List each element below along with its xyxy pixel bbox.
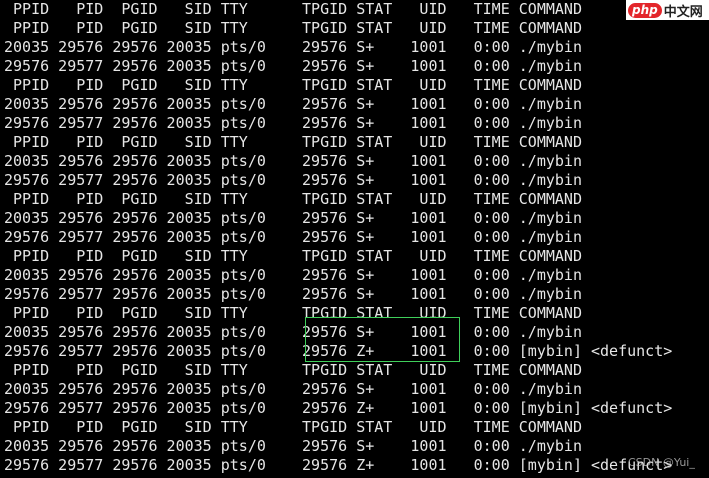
ps-header-line: PPID PID PGID SID TTY TPGID STAT UID TIM…: [4, 76, 582, 94]
ps-header-line: PPID PID PGID SID TTY TPGID STAT UID TIM…: [4, 19, 582, 37]
logo-cn: 中文网: [663, 4, 703, 20]
ps-header-line: PPID PID PGID SID TTY TPGID STAT UID TIM…: [4, 0, 582, 18]
ps-process-line: 29576 29577 29576 20035 pts/0 29576 S+ 1…: [4, 285, 582, 303]
ps-process-line: 20035 29576 29576 20035 pts/0 29576 S+ 1…: [4, 209, 582, 227]
ps-process-line: 20035 29576 29576 20035 pts/0 29576 S+ 1…: [4, 95, 582, 113]
ps-process-line: 29576 29577 29576 20035 pts/0 29576 S+ 1…: [4, 57, 582, 75]
terminal-output: PPID PID PGID SID TTY TPGID STAT UID TIM…: [4, 0, 672, 475]
ps-process-line: 20035 29576 29576 20035 pts/0 29576 S+ 1…: [4, 152, 582, 170]
ps-process-line: 20035 29576 29576 20035 pts/0 29576 S+ 1…: [4, 380, 582, 398]
ps-process-line: 29576 29577 29576 20035 pts/0 29576 S+ 1…: [4, 228, 582, 246]
watermark: CSDN @Yui_: [628, 456, 695, 469]
ps-process-line: 29576 29577 29576 20035 pts/0 29576 Z+ 1…: [4, 456, 673, 474]
ps-header-line: PPID PID PGID SID TTY TPGID STAT UID TIM…: [4, 418, 582, 436]
ps-header-line: PPID PID PGID SID TTY TPGID STAT UID TIM…: [4, 361, 582, 379]
highlight-box: [305, 317, 460, 362]
ps-process-line: 20035 29576 29576 20035 pts/0 29576 S+ 1…: [4, 437, 582, 455]
ps-process-line: 20035 29576 29576 20035 pts/0 29576 S+ 1…: [4, 38, 582, 56]
ps-header-line: PPID PID PGID SID TTY TPGID STAT UID TIM…: [4, 190, 582, 208]
ps-header-line: PPID PID PGID SID TTY TPGID STAT UID TIM…: [4, 133, 582, 151]
ps-header-line: PPID PID PGID SID TTY TPGID STAT UID TIM…: [4, 247, 582, 265]
ps-process-line: 29576 29577 29576 20035 pts/0 29576 S+ 1…: [4, 171, 582, 189]
php-cn-logo: php 中文网: [626, 0, 709, 20]
ps-process-line: 29576 29577 29576 20035 pts/0 29576 S+ 1…: [4, 114, 582, 132]
logo-php: php: [628, 2, 662, 18]
ps-process-line: 20035 29576 29576 20035 pts/0 29576 S+ 1…: [4, 266, 582, 284]
ps-process-line: 29576 29577 29576 20035 pts/0 29576 Z+ 1…: [4, 399, 673, 417]
